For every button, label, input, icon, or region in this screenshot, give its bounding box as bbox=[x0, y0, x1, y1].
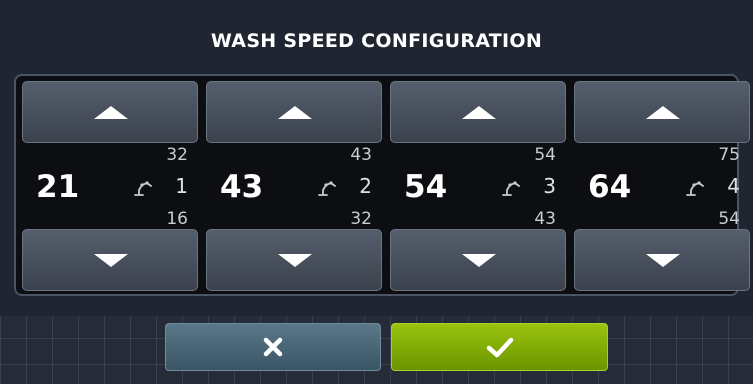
page-title: WASH SPEED CONFIGURATION bbox=[210, 30, 543, 52]
robot-arm-icon bbox=[318, 181, 336, 196]
max-speed: 54 bbox=[534, 145, 556, 165]
current-speed: 54 bbox=[404, 169, 448, 205]
decrease-button-1[interactable] bbox=[22, 229, 198, 291]
robot-number: 4 bbox=[727, 174, 740, 198]
robot-number: 3 bbox=[543, 174, 556, 198]
robot-arm-icon bbox=[134, 181, 152, 196]
check-icon bbox=[486, 337, 513, 358]
speed-value-area-2: 43 43 2 32 bbox=[206, 143, 382, 229]
decrease-button-2[interactable] bbox=[206, 229, 382, 291]
robot-column-1: 32 21 1 16 bbox=[22, 81, 198, 291]
speed-value-area-1: 32 21 1 16 bbox=[22, 143, 198, 229]
robot-number: 1 bbox=[175, 174, 188, 198]
triangle-up-icon bbox=[462, 106, 496, 119]
triangle-up-icon bbox=[94, 106, 128, 119]
speed-value-area-3: 54 54 3 43 bbox=[390, 143, 566, 229]
cancel-button[interactable] bbox=[165, 323, 381, 371]
max-speed: 43 bbox=[350, 145, 372, 165]
decrease-button-3[interactable] bbox=[390, 229, 566, 291]
triangle-down-icon bbox=[94, 254, 128, 267]
x-icon bbox=[263, 337, 283, 357]
max-speed: 75 bbox=[718, 145, 740, 165]
robot-column-3: 54 54 3 43 bbox=[390, 81, 566, 291]
min-speed: 54 bbox=[718, 209, 740, 229]
current-speed: 21 bbox=[36, 169, 80, 205]
robot-arm-icon bbox=[502, 181, 520, 196]
triangle-up-icon bbox=[646, 106, 680, 119]
robot-column-2: 43 43 2 32 bbox=[206, 81, 382, 291]
current-speed: 43 bbox=[220, 169, 264, 205]
robot-column-4: 75 64 4 54 bbox=[574, 81, 750, 291]
increase-button-2[interactable] bbox=[206, 81, 382, 143]
triangle-down-icon bbox=[278, 254, 312, 267]
decrease-button-4[interactable] bbox=[574, 229, 750, 291]
triangle-up-icon bbox=[278, 106, 312, 119]
current-speed: 64 bbox=[588, 169, 632, 205]
min-speed: 32 bbox=[350, 209, 372, 229]
increase-button-4[interactable] bbox=[574, 81, 750, 143]
robot-number: 2 bbox=[359, 174, 372, 198]
triangle-down-icon bbox=[646, 254, 680, 267]
min-speed: 43 bbox=[534, 209, 556, 229]
triangle-down-icon bbox=[462, 254, 496, 267]
max-speed: 32 bbox=[166, 145, 188, 165]
speed-value-area-4: 75 64 4 54 bbox=[574, 143, 750, 229]
confirm-button[interactable] bbox=[391, 323, 608, 371]
increase-button-1[interactable] bbox=[22, 81, 198, 143]
increase-button-3[interactable] bbox=[390, 81, 566, 143]
robot-arm-icon bbox=[686, 181, 704, 196]
min-speed: 16 bbox=[166, 209, 188, 229]
